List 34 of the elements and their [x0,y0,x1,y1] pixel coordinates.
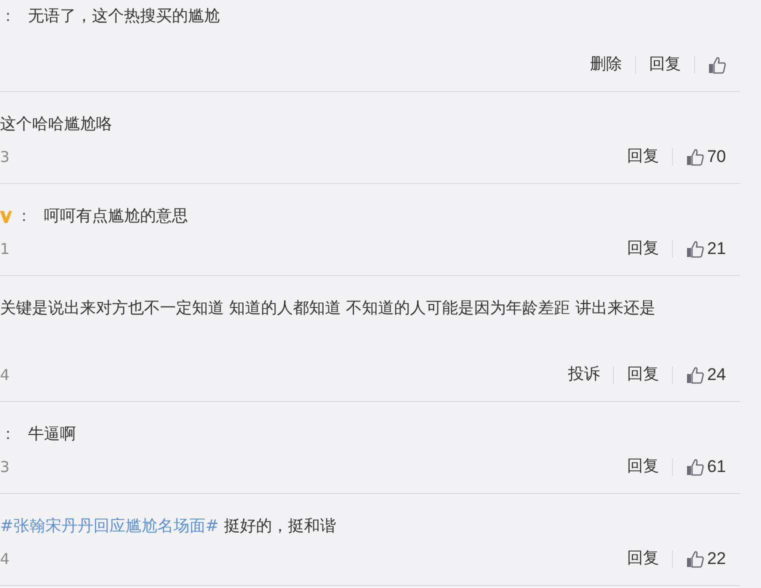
action-link[interactable]: 回复 [627,238,660,259]
like-button[interactable]: 22 [686,548,726,568]
action-link[interactable]: 回复 [627,548,660,569]
thumbs-up-icon [686,148,704,166]
action-link[interactable]: 回复 [627,364,660,385]
like-button[interactable]: 70 [686,146,726,166]
action-link[interactable]: 回复 [649,54,681,75]
comment-text: 关键是说出来对方也不一定知道 知道的人都知道 不知道的人可能是因为年龄差距 讲出来还是 [0,298,656,319]
like-button[interactable]: 21 [686,238,726,258]
thumbs-up-icon [708,56,726,74]
comment-text: 这个哈哈尴尬咯 [0,114,112,135]
like-button[interactable] [708,56,726,74]
comment-time: 3 [0,148,10,166]
comment-text: 挺好的，挺和谐 [224,516,336,537]
comment-time: 1 [0,240,10,258]
colon-separator: ： [16,206,32,227]
action-link[interactable]: 回复 [627,146,660,167]
colon-separator: ： [0,424,16,445]
thumbs-up-icon [686,550,704,568]
comment-text: 牛逼啊 [28,424,76,445]
like-button[interactable]: 61 [686,456,726,476]
thumbs-up-icon [686,366,704,384]
thumbs-up-icon [686,240,704,258]
comment-text: 呵呵有点尴尬的意思 [44,206,188,227]
action-link[interactable]: 回复 [627,456,660,477]
colon-separator: ： [0,6,16,27]
thumbs-up-icon [686,458,704,476]
comment-time: 3 [0,458,10,476]
action-link[interactable]: 删除 [590,54,622,75]
action-link[interactable]: 投诉 [568,364,600,385]
comment-time: 4 [0,550,10,568]
comment-text: 无语了，这个热搜买的尴尬 [28,6,220,27]
like-button[interactable]: 24 [686,364,726,384]
comment-time: 4 [0,366,10,384]
